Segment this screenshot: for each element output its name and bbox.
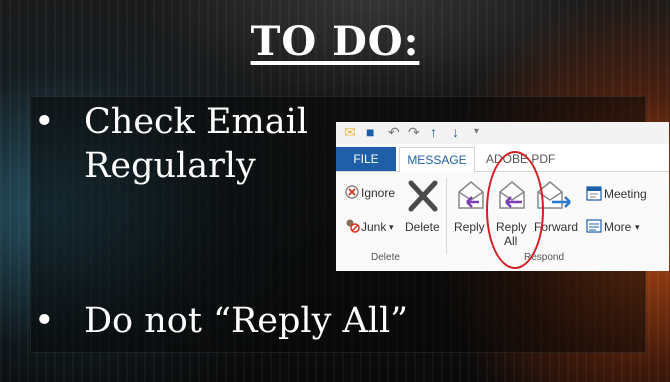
junk-button[interactable]: Junk xyxy=(361,220,386,234)
tab-file[interactable]: FILE xyxy=(336,147,396,171)
undo-icon[interactable]: ↶ xyxy=(388,124,400,140)
ignore-button[interactable]: Ignore xyxy=(361,186,395,200)
bullet-marker: • xyxy=(34,301,55,341)
save-icon[interactable]: ■ xyxy=(366,124,374,140)
customize-icon[interactable]: ▾ xyxy=(474,124,479,140)
bullet-reply-all: • Do not “Reply All” xyxy=(34,299,434,347)
delete-group-label: Delete xyxy=(371,252,400,263)
bullet-text: Do not “Reply All” xyxy=(84,301,409,341)
junk-icon xyxy=(346,219,360,233)
bullet-check-email: • Check Email Regularly xyxy=(34,100,308,200)
tab-message[interactable]: MESSAGE xyxy=(399,147,475,173)
slide: TO DO: • Check Email Regularly • Do not … xyxy=(0,0,670,382)
bullet-marker: • xyxy=(34,102,55,142)
delete-button[interactable]: Delete xyxy=(405,220,440,234)
more-icon xyxy=(586,219,602,233)
bullet-text-line-1: Check Email xyxy=(84,102,308,142)
bullet-text-line-2: Regularly xyxy=(84,146,256,186)
mail-icon[interactable]: ✉ xyxy=(344,124,356,140)
meeting-icon xyxy=(586,186,602,201)
meeting-button[interactable]: Meeting xyxy=(604,187,647,201)
quick-access-toolbar: ✉ ■ ↶ ↷ ↑ ↓ ▾ xyxy=(336,122,669,144)
reply-all-highlight-circle xyxy=(486,151,544,269)
junk-dropdown-icon[interactable]: ▾ xyxy=(389,220,394,234)
ignore-icon xyxy=(345,185,359,199)
more-button[interactable]: More xyxy=(604,220,631,234)
more-dropdown-icon[interactable]: ▾ xyxy=(635,220,640,234)
group-separator xyxy=(446,178,447,254)
delete-icon xyxy=(408,180,438,212)
reply-icon xyxy=(458,181,484,209)
up-arrow-icon[interactable]: ↑ xyxy=(430,124,437,140)
redo-icon[interactable]: ↷ xyxy=(408,124,420,140)
down-arrow-icon[interactable]: ↓ xyxy=(452,124,459,140)
reply-button[interactable]: Reply xyxy=(454,220,485,234)
slide-title: TO DO: xyxy=(250,18,420,65)
